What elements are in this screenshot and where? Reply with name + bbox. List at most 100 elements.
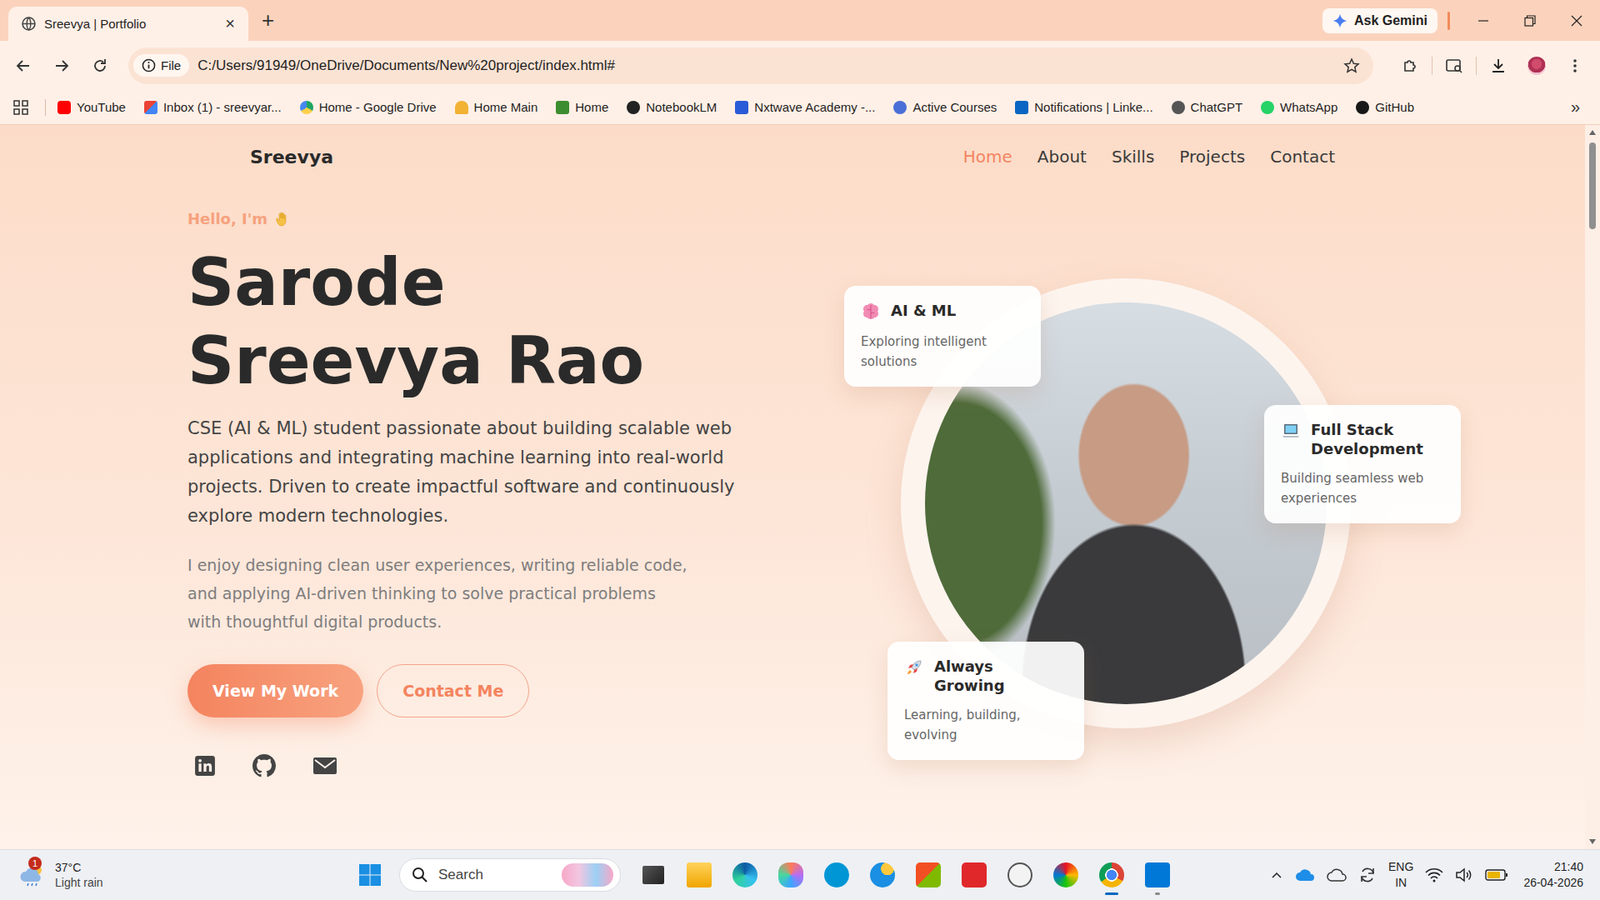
scroll-thumb[interactable] bbox=[1589, 142, 1596, 230]
sync-icon[interactable] bbox=[1358, 865, 1377, 885]
language-indicator[interactable]: ENGIN bbox=[1388, 859, 1414, 891]
nav-link[interactable]: Contact bbox=[1270, 146, 1335, 167]
linkedin-icon[interactable] bbox=[194, 755, 216, 777]
profile-visual: AI & ML Exploring intelligent solutions Fu… bbox=[841, 271, 1459, 772]
profile-button[interactable] bbox=[1520, 49, 1554, 83]
site-logo[interactable]: Sreevya bbox=[250, 146, 334, 168]
apps-grid-icon[interactable] bbox=[13, 100, 29, 115]
hero-section: Hello, I'mSarodeSreevya RaoCSE (AI & ML)… bbox=[0, 188, 1585, 850]
page-scrollbar[interactable] bbox=[1585, 125, 1600, 850]
browser-tab[interactable]: Sreevya | Portfolio × bbox=[8, 6, 249, 41]
rocket-icon bbox=[904, 657, 925, 678]
nav-link[interactable]: Home bbox=[963, 146, 1013, 167]
file-explorer-taskbar-button[interactable] bbox=[679, 853, 720, 897]
github-icon bbox=[1355, 100, 1370, 115]
nav-link[interactable]: About bbox=[1037, 146, 1087, 167]
bookmarks-bar: YouTube Inbox (1) - sreevyar... Home - Goo… bbox=[0, 90, 1600, 125]
edge-taskbar-button[interactable] bbox=[725, 853, 765, 897]
scroll-down-icon[interactable] bbox=[1588, 838, 1597, 845]
more-bookmarks-button[interactable]: » bbox=[1570, 97, 1580, 117]
card-title: AI & ML bbox=[890, 300, 956, 320]
weather-widget[interactable]: 137°CLight rain bbox=[0, 860, 350, 890]
chatgpt-icon bbox=[1171, 100, 1185, 115]
waving-hand-icon bbox=[274, 210, 291, 228]
task-view-taskbar-button[interactable] bbox=[633, 853, 674, 897]
bookmark-item[interactable]: WhatsApp bbox=[1260, 100, 1338, 115]
tab-close-button[interactable]: × bbox=[221, 14, 239, 34]
globe-icon bbox=[21, 16, 36, 31]
bookmark-item[interactable]: Inbox (1) - sreevyar... bbox=[144, 100, 282, 115]
bookmark-item[interactable]: GitHub bbox=[1355, 100, 1415, 115]
back-button[interactable] bbox=[6, 49, 40, 83]
github-icon[interactable] bbox=[252, 754, 276, 778]
bookmark-item[interactable]: NotebookLM bbox=[626, 100, 717, 115]
hp-taskbar-button[interactable] bbox=[816, 853, 857, 897]
outline-button[interactable]: Contact Me bbox=[376, 664, 530, 718]
address-bar[interactable]: File C:/Users/91949/OneDrive/Documents/Ne… bbox=[128, 47, 1374, 85]
split-view-icon bbox=[1445, 57, 1464, 75]
file-explorer-icon bbox=[686, 862, 712, 888]
card-text: Exploring intelligent solutions bbox=[860, 331, 1025, 372]
extensions-button[interactable] bbox=[1393, 49, 1427, 83]
system-tray: ENGIN 21:4026-04-2026 bbox=[1270, 859, 1600, 891]
primary-button[interactable]: View My Work bbox=[187, 664, 364, 718]
bookmark-item[interactable]: ChatGPT bbox=[1171, 100, 1244, 115]
back-arrow-icon bbox=[15, 57, 32, 75]
bookmark-item[interactable]: Home - Google Drive bbox=[300, 100, 437, 115]
wifi-icon[interactable] bbox=[1425, 867, 1444, 883]
nav-link[interactable]: Projects bbox=[1179, 146, 1245, 167]
minimize-button[interactable] bbox=[1460, 0, 1507, 41]
close-window-button[interactable] bbox=[1553, 0, 1600, 41]
bookmark-item[interactable]: Home Main bbox=[455, 100, 539, 115]
vscode-taskbar-button[interactable] bbox=[1137, 853, 1178, 897]
ask-gemini-button[interactable]: Ask Gemini bbox=[1322, 8, 1438, 34]
onedrive-cloud-icon[interactable] bbox=[1295, 867, 1315, 883]
speaker-icon[interactable] bbox=[1455, 867, 1474, 883]
bookmark-item[interactable]: Home bbox=[555, 100, 609, 115]
color-app-taskbar-button[interactable] bbox=[1045, 853, 1086, 897]
new-tab-button[interactable]: + bbox=[261, 7, 275, 34]
chrome-taskbar-button[interactable] bbox=[1091, 853, 1132, 897]
nav-link[interactable]: Skills bbox=[1111, 146, 1155, 167]
bookmark-item[interactable]: Active Courses bbox=[893, 100, 997, 115]
bookmark-item[interactable]: YouTube bbox=[57, 100, 126, 115]
search-highlight-icon bbox=[561, 863, 614, 887]
reload-button[interactable] bbox=[83, 49, 117, 83]
site-info-chip[interactable]: File bbox=[133, 54, 190, 77]
copilot-taskbar-button[interactable] bbox=[770, 853, 811, 897]
wps-office-taskbar-button[interactable] bbox=[954, 853, 995, 897]
clock[interactable]: 21:4026-04-2026 bbox=[1523, 859, 1584, 891]
url-text: C:/Users/91949/OneDrive/Documents/New%20… bbox=[197, 57, 1335, 75]
taskbar-search-box[interactable]: Search bbox=[399, 858, 621, 892]
task-view-icon bbox=[642, 865, 665, 885]
tab-title: Sreevya | Portfolio bbox=[44, 16, 214, 31]
scroll-up-icon[interactable] bbox=[1588, 129, 1597, 136]
name-heading: SarodeSreevya Rao bbox=[187, 243, 755, 400]
download-icon bbox=[1490, 57, 1507, 75]
highlight-card: Full Stack DevelopmentBuilding seamless … bbox=[1264, 405, 1461, 524]
forward-arrow-icon bbox=[53, 57, 70, 75]
downloads-button[interactable] bbox=[1481, 49, 1515, 83]
microsoft-store-taskbar-button[interactable] bbox=[908, 853, 949, 897]
bookmark-star-icon[interactable] bbox=[1343, 57, 1360, 75]
divider bbox=[1447, 11, 1450, 30]
get-help-taskbar-button[interactable] bbox=[862, 853, 903, 897]
restore-button[interactable] bbox=[1506, 0, 1554, 41]
chevron-up-icon[interactable] bbox=[1270, 868, 1284, 882]
start-button[interactable] bbox=[350, 855, 390, 895]
forward-button[interactable] bbox=[45, 49, 79, 83]
vscode-icon bbox=[1145, 862, 1170, 888]
clock-icon bbox=[1007, 862, 1033, 888]
battery-icon[interactable] bbox=[1485, 868, 1509, 882]
email-icon[interactable] bbox=[312, 755, 338, 776]
split-view-button[interactable] bbox=[1437, 49, 1471, 83]
taskbar: 137°CLight rain Search ENGIN 21:4026-04-202… bbox=[0, 849, 1600, 900]
info-icon bbox=[141, 58, 156, 73]
clock-taskbar-button[interactable] bbox=[1000, 853, 1040, 897]
menu-button[interactable] bbox=[1558, 49, 1592, 83]
cloud-icon[interactable] bbox=[1326, 867, 1347, 883]
windows-logo-icon bbox=[358, 863, 382, 887]
card-text: Building seamless web experiences bbox=[1280, 468, 1445, 509]
bookmark-item[interactable]: Nxtwave Academy -... bbox=[735, 100, 875, 115]
bookmark-item[interactable]: Notifications | Linke... bbox=[1015, 100, 1153, 115]
